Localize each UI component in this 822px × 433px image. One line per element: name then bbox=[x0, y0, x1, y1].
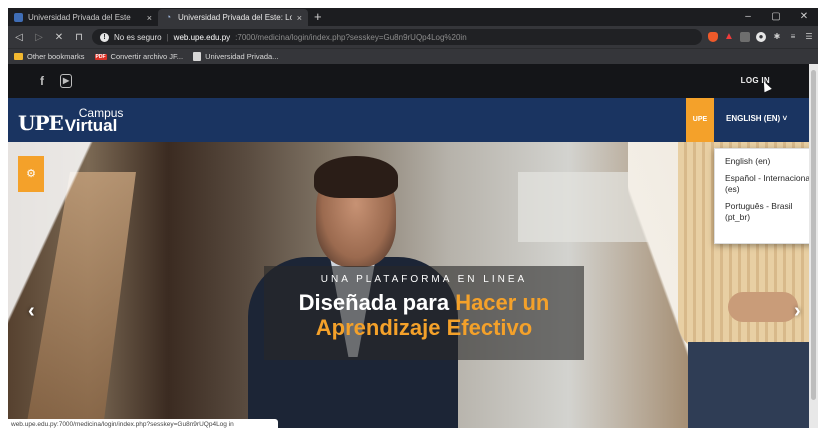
address-separator: | bbox=[166, 32, 169, 42]
window-controls: – ▢ ✕ bbox=[734, 8, 818, 26]
minimize-button[interactable]: – bbox=[734, 8, 762, 26]
forward-button[interactable]: ▷ bbox=[32, 32, 46, 43]
scrollbar-thumb[interactable] bbox=[811, 70, 816, 400]
bookmark-label: Convertir archivo JF... bbox=[110, 52, 184, 61]
upe-link[interactable]: UPE bbox=[686, 98, 714, 142]
youtube-icon[interactable]: ▶ bbox=[60, 74, 73, 88]
bookmark-label: Other bookmarks bbox=[27, 52, 85, 61]
back-button[interactable]: ◁ bbox=[12, 32, 26, 43]
puzzle-icon[interactable]: ✱ bbox=[772, 32, 782, 42]
language-option-en[interactable]: English (en) bbox=[715, 153, 818, 170]
record-icon[interactable]: ● bbox=[756, 32, 766, 42]
bookmark-label: Universidad Privada... bbox=[205, 52, 279, 61]
hero-caption: UNA PLATAFORMA EN LINEA Diseñada para Ha… bbox=[264, 266, 584, 360]
bookmark-other[interactable]: Other bookmarks bbox=[14, 52, 85, 61]
security-label: No es seguro bbox=[114, 32, 162, 42]
language-option-es[interactable]: Español - Internacional (es) bbox=[715, 170, 818, 198]
document-icon bbox=[193, 52, 202, 61]
info-icon[interactable]: ! bbox=[100, 32, 109, 42]
bookmark-page-button[interactable]: ⊓ bbox=[72, 32, 86, 43]
language-dropdown: English (en) Español - Internacional (es… bbox=[714, 148, 818, 244]
carousel-prev-arrow-icon[interactable]: ‹ bbox=[28, 300, 35, 323]
site-navbar: UPE Campus Virtual UPE ENGLISH (EN) ˅ bbox=[8, 98, 809, 142]
site-top-bar: f ▶ LOG IN bbox=[8, 64, 818, 98]
campus-virtual-logo[interactable]: UPE Campus Virtual bbox=[18, 107, 124, 135]
browser-toolbar: ◁ ▷ ✕ ⊓ ! No es seguro | web.upe.edu.py:… bbox=[8, 26, 818, 48]
tab-close-icon[interactable]: × bbox=[297, 13, 302, 23]
status-url-bar: web.upe.edu.py:7000/medicina/login/index… bbox=[8, 419, 278, 428]
headline-white: Diseñada para bbox=[298, 290, 450, 315]
close-window-button[interactable]: ✕ bbox=[790, 8, 818, 26]
address-bar[interactable]: ! No es seguro | web.upe.edu.py :7000/med… bbox=[92, 29, 702, 45]
bookmark-convertir[interactable]: PDF Convertir archivo JF... bbox=[94, 52, 184, 61]
tab-universidad-privada[interactable]: Universidad Privada del Este × bbox=[8, 9, 158, 26]
folder-icon bbox=[14, 53, 23, 60]
tab-close-icon[interactable]: × bbox=[147, 13, 152, 23]
menu-icon[interactable]: ☰ bbox=[804, 32, 814, 42]
logo-upe: UPE bbox=[18, 111, 64, 135]
pdf-icon: PDF bbox=[94, 53, 107, 60]
page-scrollbar[interactable] bbox=[809, 64, 818, 428]
logo-campus-virtual: Campus Virtual bbox=[64, 107, 124, 135]
tab-title: Universidad Privada del Este bbox=[28, 13, 131, 22]
extension-icons: ▲ ● ✱ ≡ ☰ bbox=[708, 32, 814, 42]
carousel-next-arrow-icon[interactable]: › bbox=[794, 300, 801, 323]
language-menu-button[interactable]: ENGLISH (EN) ˅ bbox=[726, 114, 787, 123]
brave-shield-icon[interactable] bbox=[708, 32, 718, 42]
bookmarks-bar: Other bookmarks PDF Convertir archivo JF… bbox=[8, 48, 818, 64]
extension-icon[interactable] bbox=[740, 32, 750, 42]
moodle-favicon-icon: ◔ bbox=[165, 12, 172, 22]
settings-gear-icon[interactable]: ⚙ bbox=[18, 156, 44, 192]
tab-strip: Universidad Privada del Este × ◔ Univers… bbox=[8, 8, 818, 26]
url-host: web.upe.edu.py bbox=[173, 32, 231, 42]
alert-triangle-icon[interactable]: ▲ bbox=[724, 32, 734, 42]
social-links: f ▶ bbox=[40, 74, 73, 88]
site-favicon-icon bbox=[14, 13, 23, 22]
tab-login[interactable]: ◔ Universidad Privada del Este: Log × bbox=[158, 9, 308, 26]
tab-title: Universidad Privada del Este: Log bbox=[178, 13, 292, 22]
maximize-button[interactable]: ▢ bbox=[762, 8, 790, 26]
hero-kicker: UNA PLATAFORMA EN LINEA bbox=[320, 274, 528, 285]
url-path: :7000/medicina/login/index.php?sesskey=G… bbox=[235, 32, 467, 42]
new-tab-button[interactable]: + bbox=[308, 9, 328, 26]
playlist-icon[interactable]: ≡ bbox=[788, 32, 798, 42]
language-option-pt-br[interactable]: Português - Brasil (pt_br) bbox=[715, 198, 818, 226]
logo-virtual: Virtual bbox=[64, 116, 118, 135]
stop-button[interactable]: ✕ bbox=[52, 32, 66, 43]
headline-orange-2: Aprendizaje Efectivo bbox=[315, 315, 533, 340]
hero-headline: Diseñada para Hacer un Aprendizaje Efect… bbox=[264, 290, 584, 340]
headline-orange-1: Hacer un bbox=[455, 290, 550, 315]
browser-window: Universidad Privada del Este × ◔ Univers… bbox=[8, 8, 818, 428]
facebook-icon[interactable]: f bbox=[40, 74, 44, 88]
bookmark-universidad[interactable]: Universidad Privada... bbox=[193, 52, 278, 61]
